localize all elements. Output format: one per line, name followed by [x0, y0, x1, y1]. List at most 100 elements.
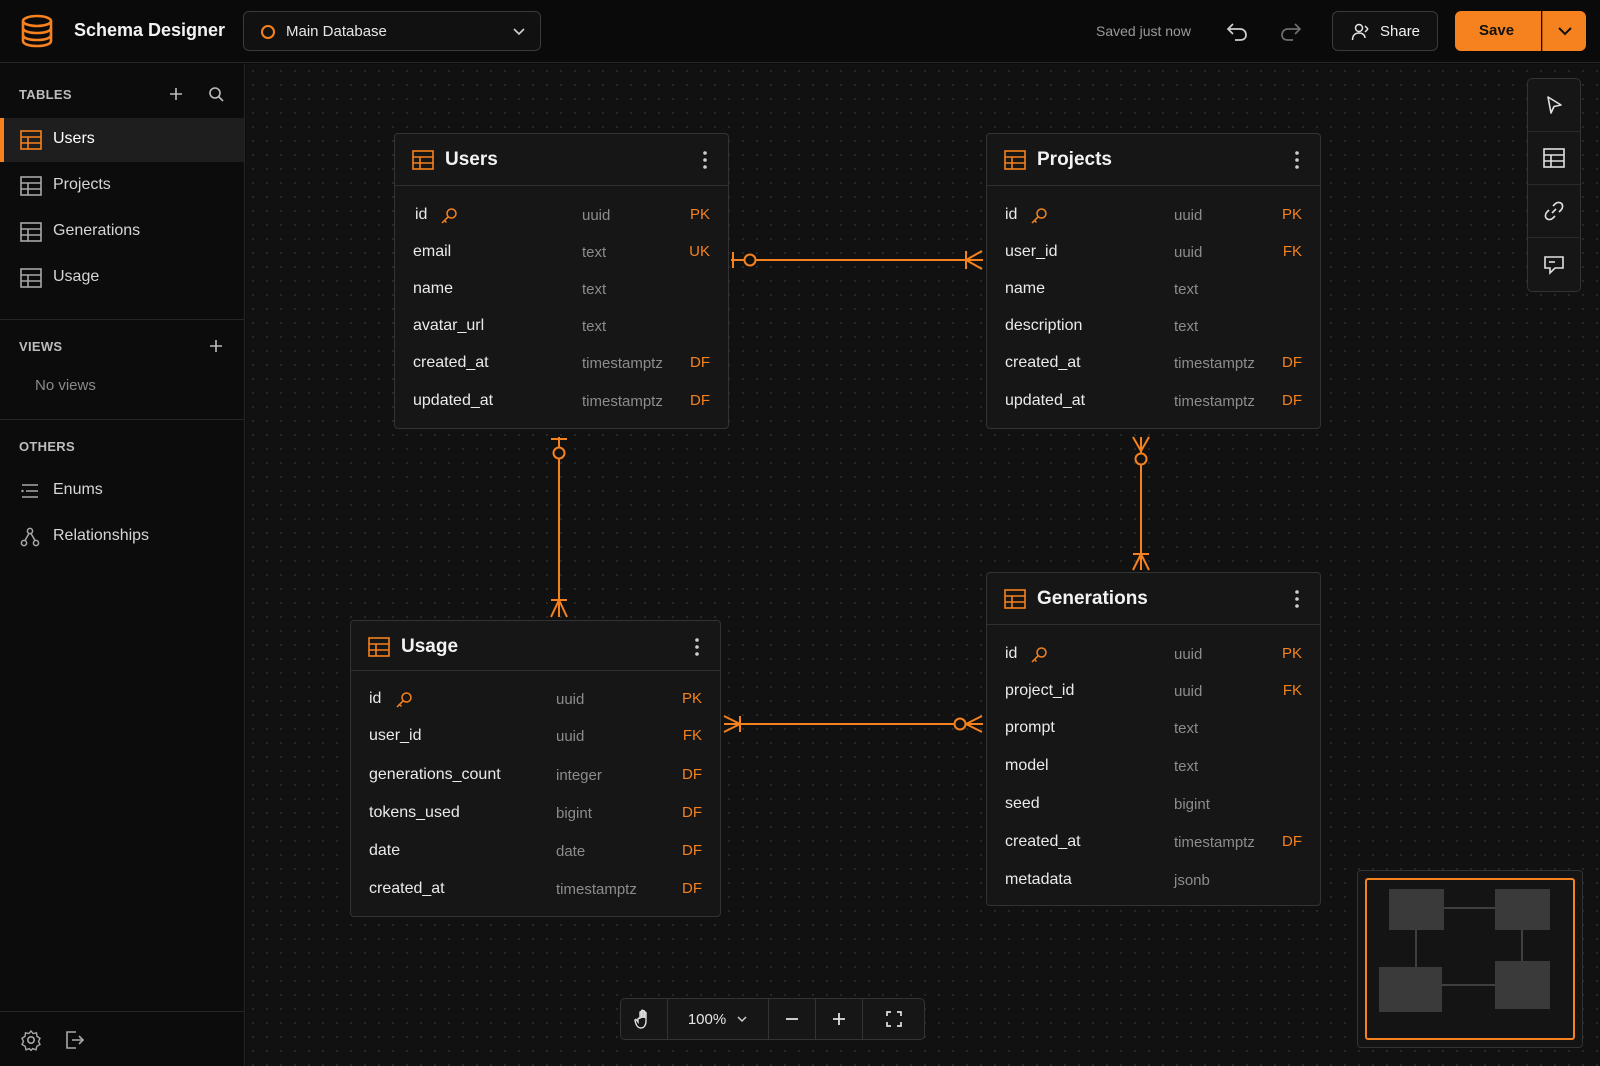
column-row[interactable]: avatar_url text — [395, 308, 728, 345]
column-name: id — [1005, 206, 1018, 223]
column-name: description — [1005, 317, 1083, 334]
column-constraint: PK — [689, 206, 710, 223]
column-type: text — [1174, 758, 1199, 775]
column-row[interactable]: created_at timestamptz DF — [351, 871, 720, 908]
column-row[interactable]: email text UK — [395, 234, 728, 271]
column-row[interactable]: prompt text — [987, 710, 1320, 747]
plus-icon — [833, 1013, 845, 1025]
pan-tool-button[interactable] — [621, 999, 667, 1039]
column-row[interactable]: description text — [987, 308, 1320, 345]
column-row[interactable]: created_at timestamptz DF — [987, 345, 1320, 382]
undo-button[interactable] — [1222, 16, 1252, 46]
sidebar-item-generations[interactable]: Generations — [0, 210, 244, 254]
save-button[interactable]: Save — [1455, 11, 1541, 51]
column-constraint: DF — [1282, 833, 1302, 850]
column-name: avatar_url — [413, 317, 485, 334]
column-row[interactable]: user_id uuid FK — [351, 718, 720, 755]
column-constraint: DF — [682, 880, 702, 897]
redo-button[interactable] — [1276, 16, 1306, 46]
zoom-in-button[interactable] — [816, 999, 862, 1039]
column-row[interactable]: project_id uuid FK — [987, 673, 1320, 710]
table-card-projects[interactable]: Projects id uuid PK user_id uuid FK name… — [986, 133, 1321, 429]
column-type: text — [1174, 318, 1199, 335]
column-type: timestamptz — [1174, 355, 1255, 372]
zoom-level-select[interactable]: 100% — [668, 999, 768, 1039]
table-title: Generations — [1037, 588, 1148, 609]
add-table-tool-button[interactable] — [1528, 132, 1580, 185]
redo-icon — [1281, 23, 1302, 41]
column-row[interactable]: created_at timestamptz DF — [395, 345, 728, 382]
table-card-usage[interactable]: Usage id uuid PK user_id uuid FK generat… — [350, 620, 721, 917]
column-constraint: UK — [689, 243, 710, 260]
table-card-generations[interactable]: Generations id uuid PK project_id uuid F… — [986, 572, 1321, 906]
logout-icon[interactable] — [63, 1029, 85, 1051]
sidebar-item-projects[interactable]: Projects — [0, 164, 244, 208]
column-type: uuid — [1174, 683, 1203, 700]
save-options-button[interactable] — [1542, 11, 1586, 51]
zoom-out-button[interactable] — [769, 999, 815, 1039]
column-row[interactable]: user_id uuid FK — [987, 234, 1320, 271]
column-name: date — [369, 842, 401, 859]
column-row[interactable]: id uuid PK — [987, 636, 1320, 673]
table-card-users[interactable]: Users id uuid PK email text UK name text… — [394, 133, 729, 429]
column-row[interactable]: date date DF — [351, 833, 720, 870]
column-constraint: FK — [1282, 243, 1302, 260]
table-icon — [1004, 150, 1026, 170]
sidebar-item-enums[interactable]: Enums — [0, 469, 244, 513]
column-row[interactable]: generations_count integer DF — [351, 757, 720, 794]
column-row[interactable]: name text — [395, 271, 728, 308]
table-card-header[interactable]: Projects — [987, 134, 1320, 186]
column-name: model — [1005, 757, 1049, 774]
more-vertical-icon[interactable] — [702, 150, 708, 170]
column-constraint: DF — [682, 842, 702, 859]
column-name: id — [1005, 645, 1018, 662]
table-card-header[interactable]: Users — [395, 134, 728, 186]
key-icon — [441, 208, 457, 224]
column-row[interactable]: id uuid PK — [987, 197, 1320, 234]
database-logo-icon — [21, 14, 53, 48]
column-name: project_id — [1005, 682, 1075, 699]
table-card-header[interactable]: Usage — [351, 621, 720, 671]
settings-gear-icon[interactable] — [20, 1029, 42, 1051]
column-row[interactable]: metadata jsonb — [987, 862, 1320, 899]
column-row[interactable]: seed bigint — [987, 786, 1320, 823]
column-name: created_at — [1005, 833, 1081, 850]
more-vertical-icon[interactable] — [694, 637, 700, 657]
database-select[interactable]: Main Database — [243, 11, 541, 51]
note-tool-button[interactable] — [1528, 238, 1580, 291]
sidebar-item-usage[interactable]: Usage — [0, 256, 244, 300]
table-icon — [1004, 589, 1026, 609]
share-label: Share — [1380, 23, 1421, 40]
column-row[interactable]: updated_at timestamptz DF — [395, 383, 728, 420]
share-button[interactable]: Share — [1332, 11, 1438, 51]
column-row[interactable]: id uuid PK — [351, 681, 720, 718]
fit-view-button[interactable] — [863, 999, 925, 1039]
select-tool-button[interactable] — [1528, 79, 1580, 132]
more-vertical-icon[interactable] — [1294, 589, 1300, 609]
column-row[interactable]: tokens_used bigint DF — [351, 795, 720, 832]
column-constraint: DF — [1282, 354, 1302, 371]
minimap[interactable] — [1357, 870, 1583, 1048]
save-label: Save — [1479, 22, 1515, 39]
column-type: text — [582, 244, 607, 261]
share-users-icon — [1351, 23, 1369, 41]
table-card-header[interactable]: Generations — [987, 573, 1320, 625]
minimap-viewport[interactable] — [1365, 878, 1575, 1040]
database-status-icon — [261, 25, 275, 39]
add-view-icon[interactable] — [207, 337, 225, 355]
column-row[interactable]: id uuid PK — [395, 197, 728, 234]
column-row[interactable]: name text — [987, 271, 1320, 308]
sidebar-item-users[interactable]: Users — [0, 118, 244, 162]
column-name: tokens_used — [369, 804, 460, 821]
chevron-down-icon — [737, 1016, 747, 1023]
link-tool-button[interactable] — [1528, 185, 1580, 238]
zoom-level-value: 100% — [687, 1010, 727, 1028]
more-vertical-icon[interactable] — [1294, 150, 1300, 170]
column-row[interactable]: updated_at timestamptz DF — [987, 383, 1320, 420]
column-row[interactable]: created_at timestamptz DF — [987, 824, 1320, 861]
sidebar-item-relationships[interactable]: Relationships — [0, 515, 244, 559]
search-icon[interactable] — [207, 85, 225, 103]
column-name: id — [415, 206, 428, 223]
add-table-icon[interactable] — [167, 85, 185, 103]
column-row[interactable]: model text — [987, 748, 1320, 785]
